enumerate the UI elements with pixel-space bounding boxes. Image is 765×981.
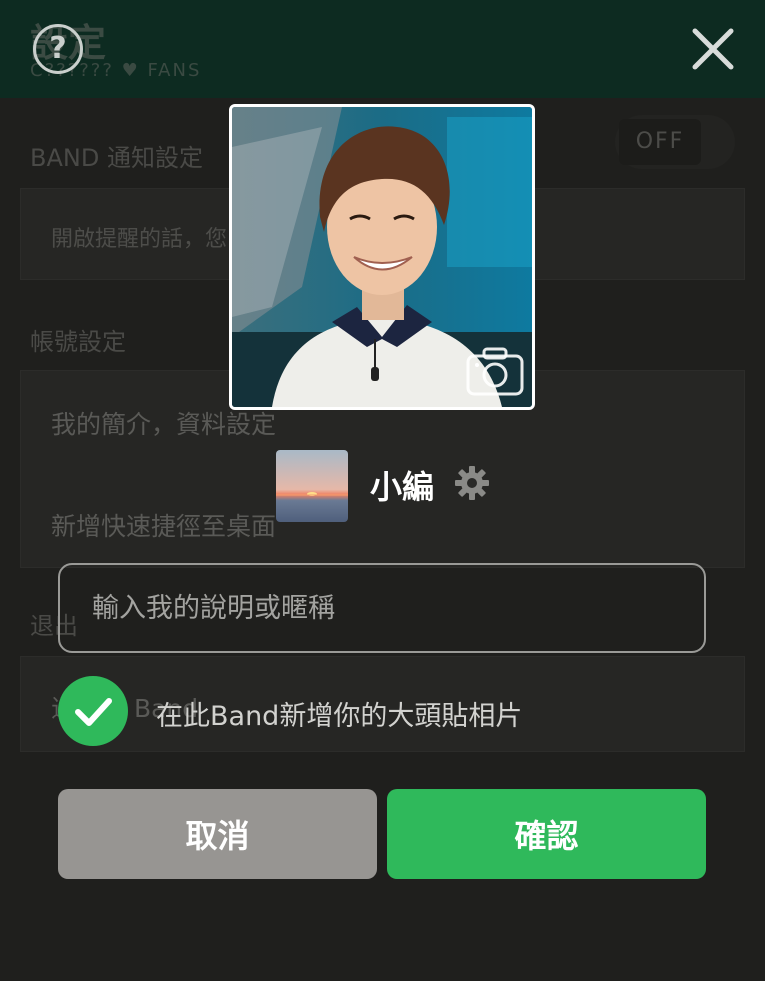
add-shortcut-item[interactable]: 新增快速捷徑至桌面: [51, 507, 276, 543]
confirm-button[interactable]: 確認: [387, 789, 706, 879]
notify-toggle-state: OFF: [619, 119, 701, 165]
help-icon[interactable]: ?: [33, 24, 83, 74]
cancel-button[interactable]: 取消: [58, 789, 377, 879]
close-icon[interactable]: [690, 26, 736, 72]
check-icon: [75, 698, 112, 726]
settings-header: 設定 C?????? ♥ FANS: [0, 0, 765, 98]
description-input[interactable]: [58, 563, 706, 653]
nickname-label: 小編: [370, 468, 435, 506]
notify-section-label: BAND 通知設定: [30, 144, 203, 172]
profile-settings-item[interactable]: 我的簡介，資料設定: [51, 405, 276, 441]
add-photo-checkbox[interactable]: [58, 676, 128, 746]
camera-icon[interactable]: [466, 346, 524, 396]
gear-icon[interactable]: [454, 465, 490, 501]
notify-toggle[interactable]: OFF: [615, 115, 735, 169]
add-photo-label[interactable]: 在此Band新增你的大頭貼相片: [156, 694, 522, 733]
band-cover-thumbnail: [276, 450, 348, 522]
account-section-label: 帳號設定: [30, 328, 126, 356]
